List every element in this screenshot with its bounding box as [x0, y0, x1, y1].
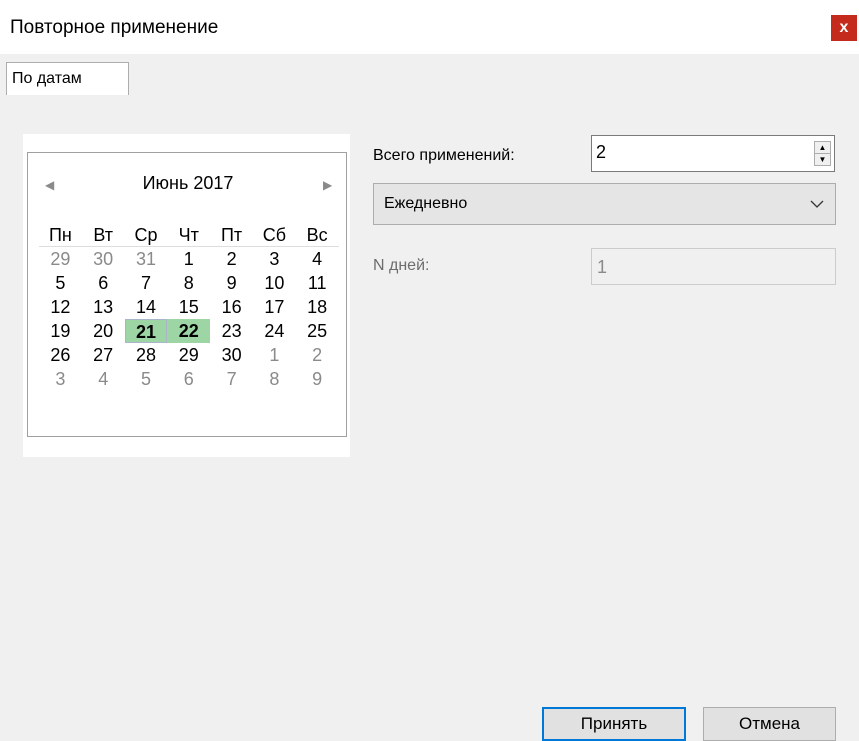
tab-label: По датам	[12, 70, 82, 87]
calendar-day[interactable]: 30	[210, 343, 253, 367]
calendar-panel: ◀ Июнь 2017 ▶ Пн Вт Ср Чт Пт Сб Вс 29 30 31 1 2 3 4 5 6…	[23, 134, 350, 457]
calendar-day[interactable]: 9	[210, 271, 253, 295]
calendar-day[interactable]: 5	[39, 271, 82, 295]
calendar-grid: Пн Вт Ср Чт Пт Сб Вс 29 30 31 1 2 3 4 5 6 7 8 9 10 11 12 13 14 1…	[39, 223, 339, 391]
calendar-day-selected[interactable]: 21	[124, 319, 168, 343]
calendar-day[interactable]: 19	[39, 319, 82, 343]
calendar-day[interactable]: 13	[82, 295, 125, 319]
calendar-day[interactable]: 6	[167, 367, 210, 391]
calendar-day[interactable]: 29	[167, 343, 210, 367]
weekday-header: Пт	[210, 223, 253, 247]
calendar-day[interactable]: 20	[82, 319, 125, 343]
calendar-day[interactable]: 28	[125, 343, 168, 367]
calendar-day[interactable]: 23	[210, 319, 253, 343]
calendar-day[interactable]: 5	[125, 367, 168, 391]
calendar-day[interactable]: 29	[39, 247, 82, 271]
calendar-day[interactable]: 3	[39, 367, 82, 391]
n-days-label: N дней:	[373, 257, 430, 274]
chevron-down-icon	[810, 200, 824, 208]
total-applications-stepper[interactable]: 2 ▲ ▼	[591, 135, 835, 172]
weekday-header: Ср	[124, 223, 168, 247]
calendar-day[interactable]: 24	[253, 319, 296, 343]
spin-down-icon[interactable]: ▼	[815, 154, 830, 165]
title-bar: Повторное применение x	[0, 0, 859, 54]
spin-buttons: ▲ ▼	[814, 141, 831, 166]
calendar-day[interactable]: 8	[253, 367, 296, 391]
calendar-day[interactable]: 3	[253, 247, 296, 271]
calendar-day[interactable]: 4	[82, 367, 125, 391]
calendar-day[interactable]: 25	[296, 319, 339, 343]
calendar-day[interactable]: 1	[253, 343, 296, 367]
calendar-day[interactable]: 7	[210, 367, 253, 391]
calendar-day[interactable]: 1	[167, 247, 210, 271]
calendar-day[interactable]: 11	[296, 271, 339, 295]
calendar-day[interactable]: 26	[39, 343, 82, 367]
calendar-day[interactable]: 7	[125, 271, 168, 295]
calendar-day[interactable]: 30	[82, 247, 125, 271]
calendar-day[interactable]: 15	[167, 295, 210, 319]
frequency-select[interactable]: Ежедневно	[373, 183, 836, 225]
calendar-day[interactable]: 9	[296, 367, 339, 391]
calendar-day[interactable]: 17	[253, 295, 296, 319]
month-label[interactable]: Июнь 2017	[28, 173, 348, 194]
calendar-day[interactable]: 12	[39, 295, 82, 319]
calendar-day[interactable]: 10	[253, 271, 296, 295]
weekday-header: Пн	[39, 223, 82, 247]
close-button[interactable]: x	[831, 15, 857, 41]
total-applications-label: Всего применений:	[373, 147, 515, 164]
accept-button[interactable]: Принять	[542, 707, 686, 741]
weekday-header: Вс	[295, 223, 339, 247]
calendar-day[interactable]: 4	[296, 247, 339, 271]
calendar-day[interactable]: 2	[210, 247, 253, 271]
total-applications-value[interactable]: 2	[596, 142, 606, 163]
weekday-header: Вт	[81, 223, 125, 247]
calendar-day-selected[interactable]: 22	[167, 319, 211, 343]
calendar-day[interactable]: 18	[296, 295, 339, 319]
window-title: Повторное применение	[10, 17, 219, 38]
weekday-header: Чт	[167, 223, 211, 247]
calendar-day[interactable]: 6	[82, 271, 125, 295]
calendar-day[interactable]: 31	[125, 247, 168, 271]
n-days-field: 1	[591, 248, 836, 285]
cancel-button[interactable]: Отмена	[703, 707, 836, 741]
tab-by-dates[interactable]: По датам	[6, 62, 129, 95]
calendar-day[interactable]: 14	[125, 295, 168, 319]
next-month-icon[interactable]: ▶	[323, 178, 332, 192]
month-calendar: ◀ Июнь 2017 ▶ Пн Вт Ср Чт Пт Сб Вс 29 30 31 1 2 3 4 5 6…	[27, 152, 347, 437]
calendar-day[interactable]: 27	[82, 343, 125, 367]
calendar-day[interactable]: 16	[210, 295, 253, 319]
n-days-value: 1	[597, 257, 608, 277]
frequency-value: Ежедневно	[384, 195, 468, 212]
calendar-day[interactable]: 2	[296, 343, 339, 367]
weekday-header: Сб	[252, 223, 296, 247]
calendar-day[interactable]: 8	[167, 271, 210, 295]
spin-up-icon[interactable]: ▲	[815, 142, 830, 154]
